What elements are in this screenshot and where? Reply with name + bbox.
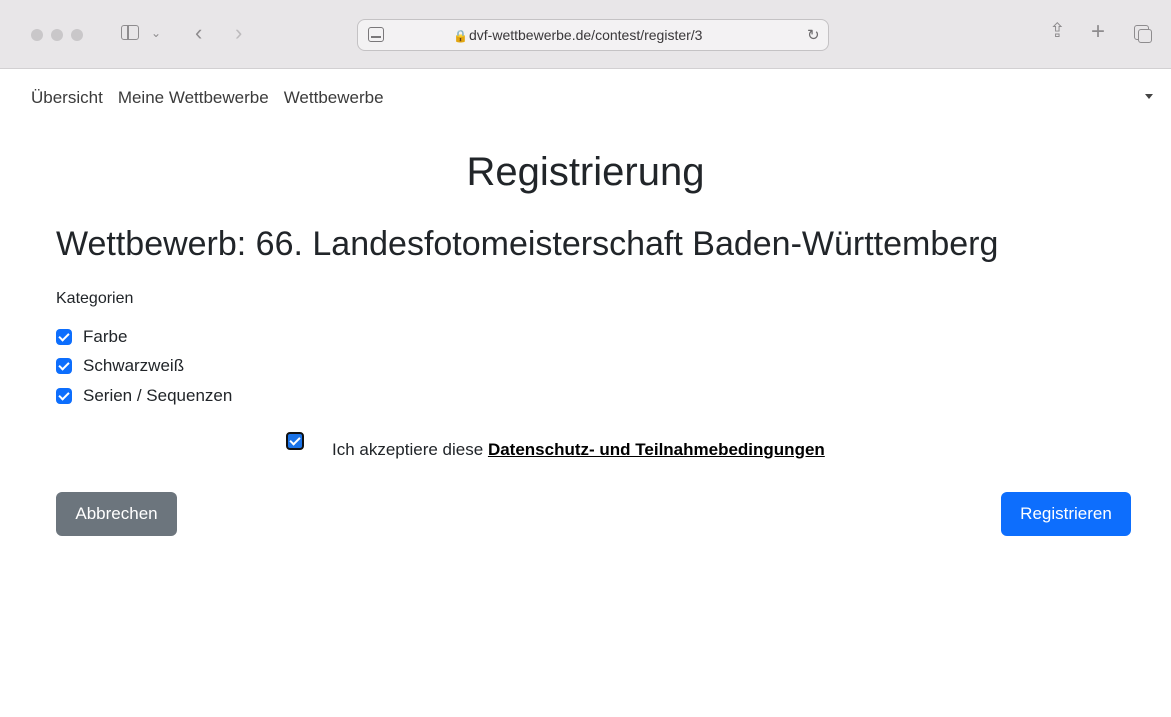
accept-terms-label: Ich akzeptiere diese Datenschutz- und Te… xyxy=(332,440,825,460)
browser-toolbar: ⌄ ‹ › 🔒 dvf-wettbewerbe.de/contest/regis… xyxy=(0,0,1171,69)
forward-icon[interactable]: › xyxy=(235,22,242,44)
accept-prefix: Ich akzeptiere diese xyxy=(332,440,484,459)
nav-item-my-contests[interactable]: Meine Wettbewerbe xyxy=(118,88,269,107)
terms-link[interactable]: Datenschutz- und Teilnahmebedingungen xyxy=(488,440,825,459)
reload-icon[interactable]: ↻ xyxy=(807,26,820,44)
lock-icon: 🔒 xyxy=(453,29,468,43)
nav-item-contests[interactable]: Wettbewerbe xyxy=(284,88,384,107)
chevron-down-icon[interactable]: ⌄ xyxy=(151,27,161,39)
new-tab-icon[interactable]: + xyxy=(1091,20,1105,44)
nav-item-overview[interactable]: Übersicht xyxy=(31,88,103,107)
dropdown-caret-icon[interactable] xyxy=(1145,94,1153,99)
category-label: Farbe xyxy=(83,327,128,346)
category-checkbox-serien[interactable]: Serien / Sequenzen xyxy=(56,384,232,408)
back-icon[interactable]: ‹ xyxy=(195,22,202,44)
main-nav: Übersicht Meine Wettbewerbe Wettbewerbe xyxy=(31,88,399,112)
checkbox-checked-icon[interactable] xyxy=(56,388,72,404)
zoom-window-button[interactable] xyxy=(71,29,83,41)
category-label: Schwarzweiß xyxy=(83,356,185,375)
tab-overview-icon[interactable] xyxy=(1134,25,1152,43)
cancel-button[interactable]: Abbrechen xyxy=(56,492,177,536)
page-title: Registrierung xyxy=(466,150,705,194)
url-text[interactable]: dvf-wettbewerbe.de/contest/register/3 xyxy=(469,27,702,43)
accept-terms-checkbox[interactable] xyxy=(286,432,304,450)
share-icon[interactable]: ⇪ xyxy=(1049,21,1066,41)
category-checkbox-schwarzweiss[interactable]: Schwarzweiß xyxy=(56,354,184,378)
category-label: Serien / Sequenzen xyxy=(83,386,233,405)
register-button[interactable]: Registrieren xyxy=(1001,492,1131,536)
contest-heading: Wettbewerb: 66. Landesfotomeisterschaft … xyxy=(56,225,999,263)
minimize-window-button[interactable] xyxy=(51,29,63,41)
page-menu-icon[interactable] xyxy=(368,27,384,42)
categories-label: Kategorien xyxy=(56,290,134,307)
close-window-button[interactable] xyxy=(31,29,43,41)
address-bar[interactable]: 🔒 dvf-wettbewerbe.de/contest/register/3 … xyxy=(357,19,829,51)
checkbox-checked-icon[interactable] xyxy=(56,358,72,374)
checkbox-checked-icon[interactable] xyxy=(56,329,72,345)
sidebar-icon[interactable] xyxy=(121,25,139,40)
category-checkbox-farbe[interactable]: Farbe xyxy=(56,325,127,349)
